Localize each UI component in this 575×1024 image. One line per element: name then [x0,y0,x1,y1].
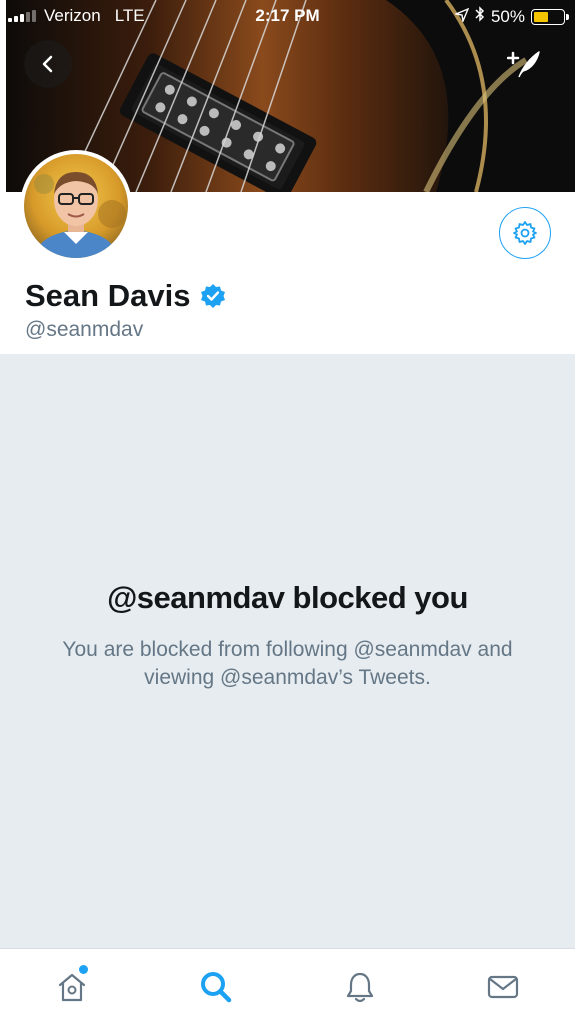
verified-badge-icon [201,284,226,308]
profile-handle: @seanmdav [25,318,144,341]
avatar[interactable] [20,150,132,262]
tab-search[interactable] [196,967,236,1007]
display-name: Sean Davis [25,278,191,313]
battery-icon [531,8,569,25]
gear-icon [513,221,537,245]
back-button[interactable] [24,40,72,88]
status-bar: Verizon LTE 2:17 PM 50% [0,0,575,34]
location-icon [453,7,470,27]
blocked-description: You are blocked from following @seanmdav… [62,638,513,689]
tab-home[interactable] [52,965,92,1007]
chevron-left-icon [42,55,53,73]
blocked-title: @seanmdav blocked you [107,580,468,615]
battery-percent: 50% [490,6,525,26]
bell-icon [346,972,374,1003]
compose-tweet-icon [507,51,540,78]
profile-photo [24,154,128,258]
compose-tweet-button[interactable] [500,40,548,88]
bluetooth-icon [475,6,485,27]
search-icon [201,972,232,1003]
home-icon [58,973,86,1002]
bottom-tab-bar [0,948,575,1024]
tab-notifications[interactable] [340,967,380,1007]
notification-dot [79,965,88,974]
settings-button[interactable] [499,207,551,259]
profile-name-row: Sean Davis [25,278,226,314]
blocked-message-panel: @seanmdav blocked you You are blocked fr… [0,354,575,948]
envelope-icon [487,975,519,999]
tab-messages[interactable] [483,967,523,1007]
